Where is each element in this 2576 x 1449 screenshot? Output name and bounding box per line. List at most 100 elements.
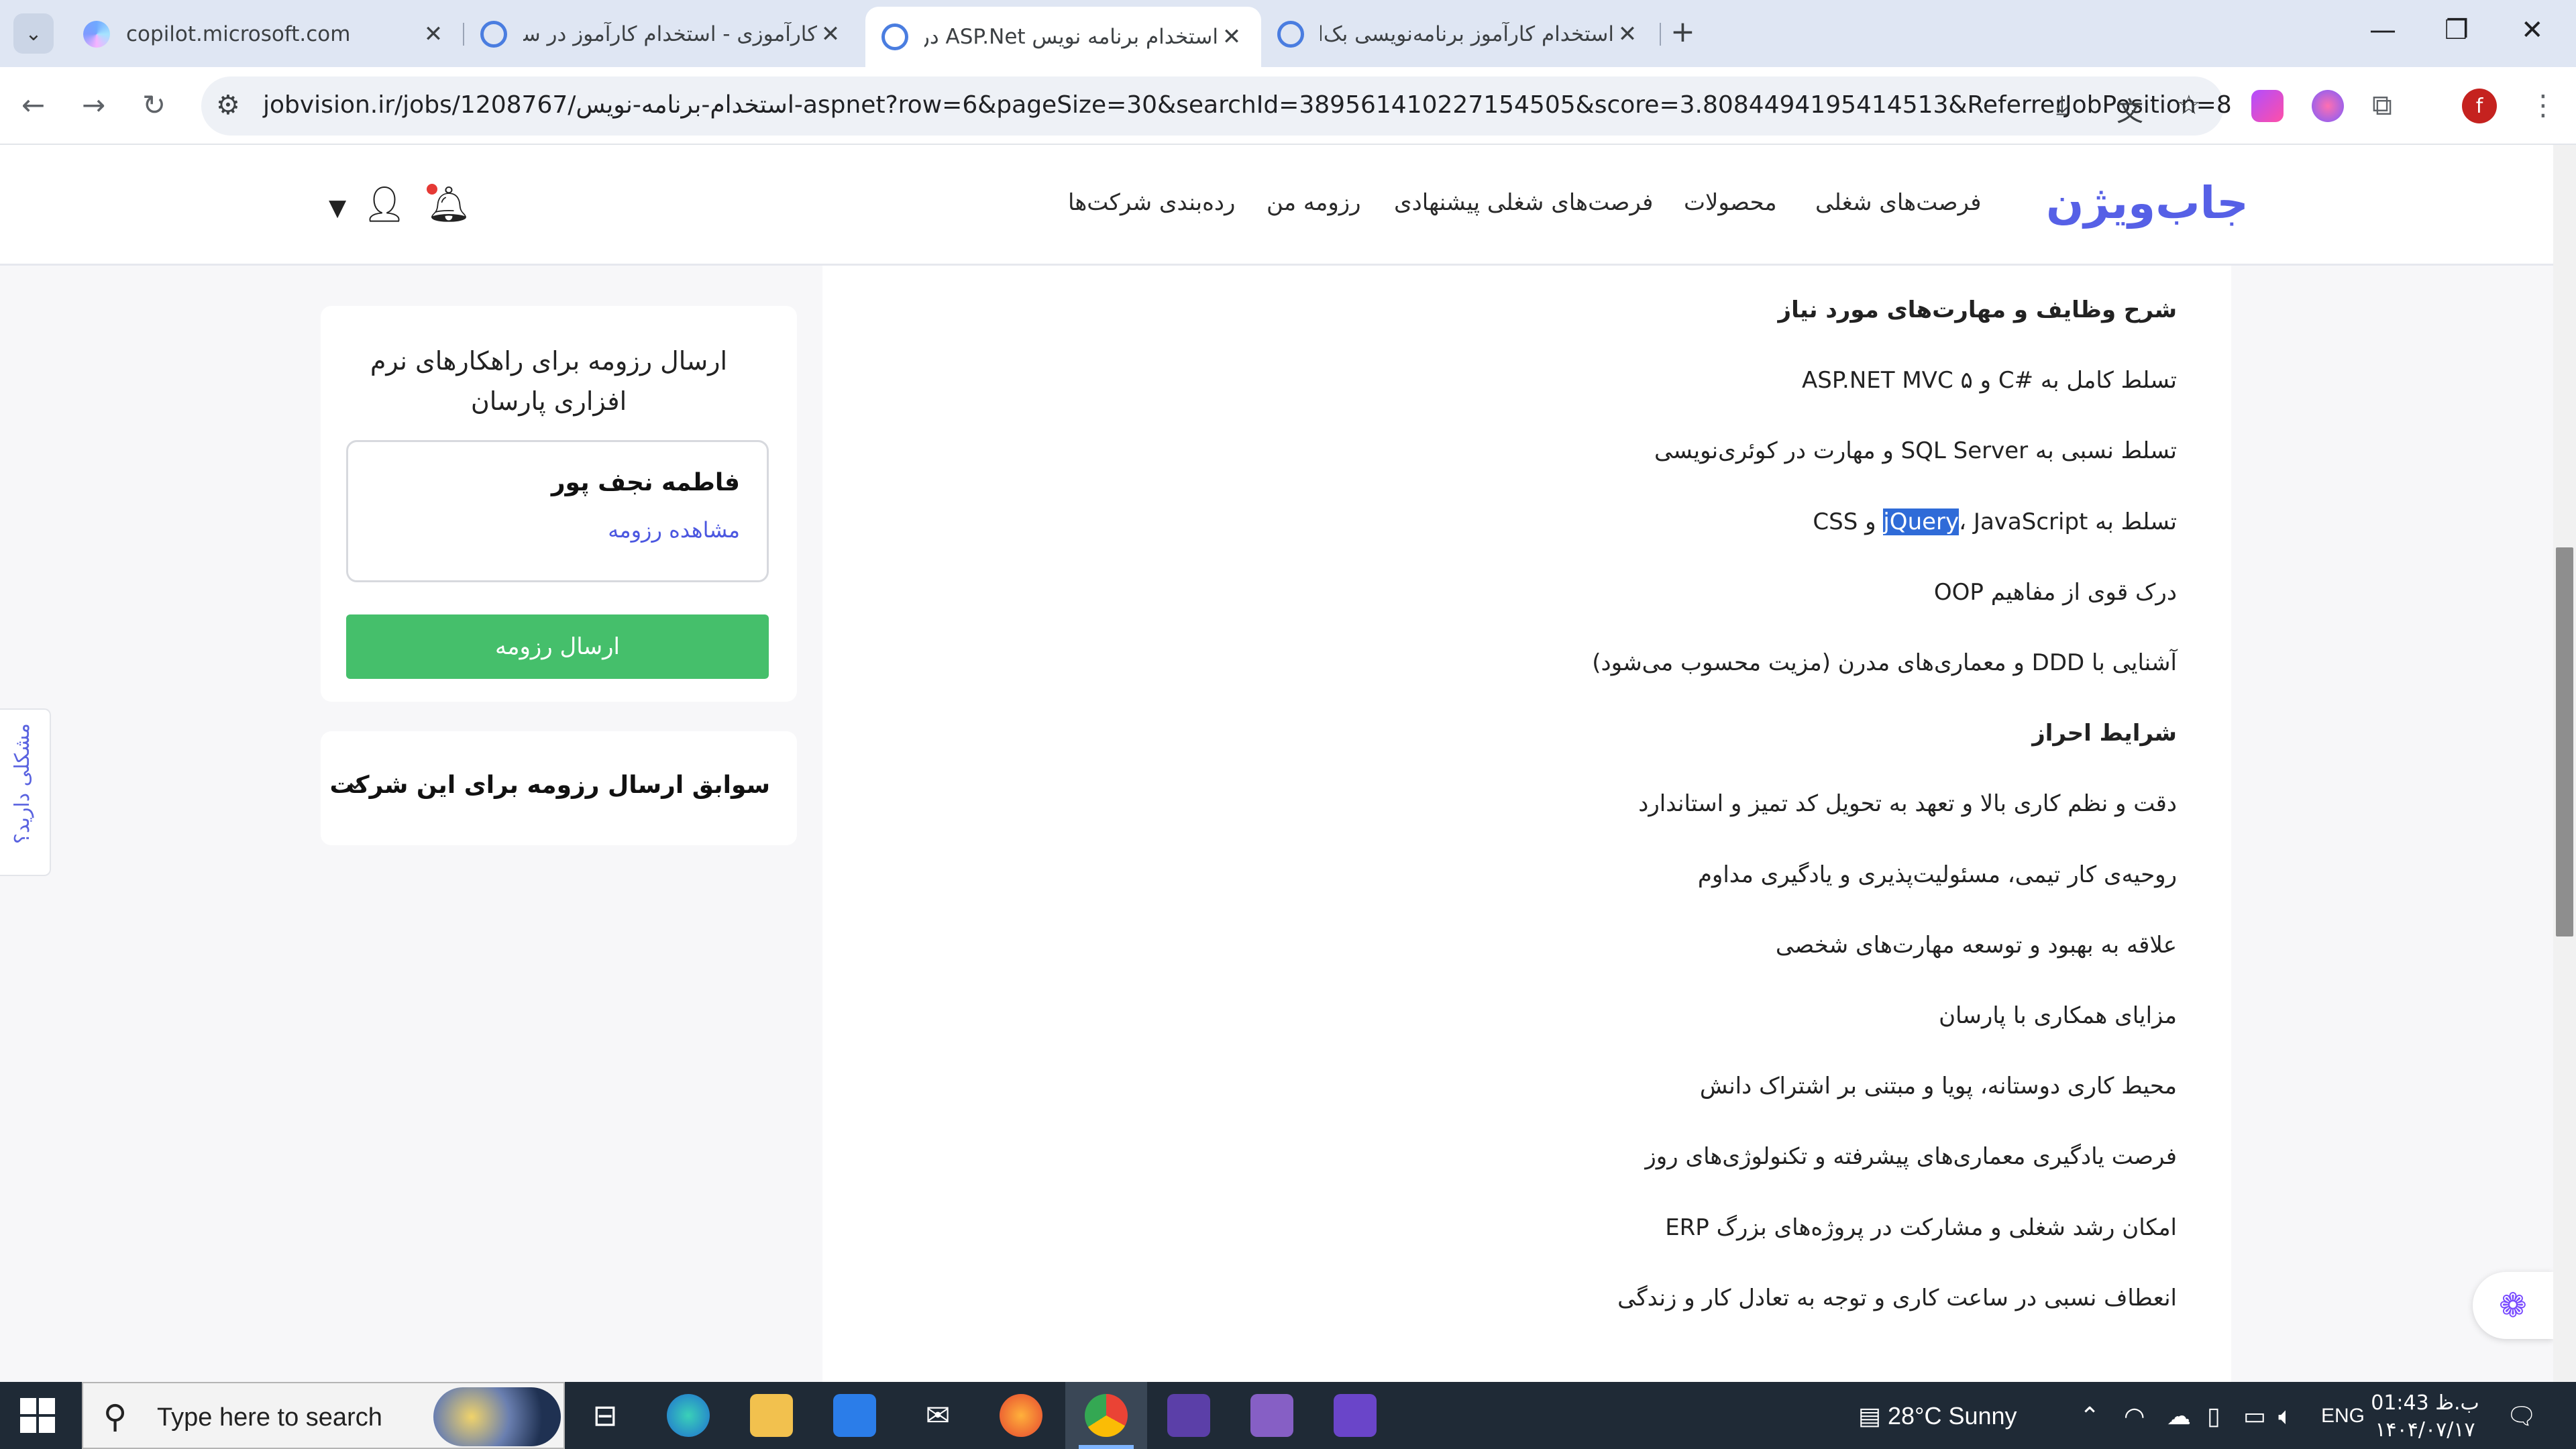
notifications-icon[interactable]: 🗨︎ [2506,1402,2537,1430]
task-view-icon[interactable]: ⊟ [584,1394,627,1437]
install-app-icon[interactable]: ⤓ [2056,90,2068,121]
store-icon[interactable] [833,1394,876,1437]
site-info-icon[interactable]: ⚙ [216,90,240,121]
nav-suggested-jobs[interactable]: فرصت‌های شغلی پیشنهادی [1394,189,1653,216]
cloud-offline-icon[interactable]: ☁ [2167,1402,2191,1430]
close-icon[interactable]: ✕ [1218,23,1245,50]
user-icon[interactable]: 👤︎ [362,184,407,225]
caret-down-icon[interactable]: ▼ [329,195,346,221]
more-menu-icon[interactable]: ⋮ [2529,89,2557,121]
view-resume-link[interactable]: مشاهده رزومه [608,517,740,543]
tab-search-button[interactable]: ⌄ [13,13,54,54]
clock[interactable]: 01:43 ب.ظ ۱۴۰۴/۰۷/۱۷ [2361,1390,2489,1444]
extension-icon[interactable] [2251,90,2284,122]
clock-time: 01:43 ب.ظ [2371,1391,2479,1415]
profile-avatar[interactable]: f [2462,89,2497,123]
application-history-card[interactable]: سوابق ارسال رزومه برای این شرکت ⌄ [321,731,797,845]
ai-assistant-button[interactable]: ❁ [2473,1272,2553,1339]
nav-products[interactable]: محصولات [1684,189,1777,216]
send-resume-button[interactable]: ارسال رزومه [346,614,769,679]
site-header: جاب‌ویژن فرصت‌های شغلی محصولات فرصت‌های … [0,145,2553,266]
line-text: تسلط به [2088,508,2177,535]
device-icon[interactable]: ▯ [2207,1402,2220,1430]
close-icon[interactable]: ✕ [817,21,844,48]
minimize-button[interactable]: — [2369,15,2396,46]
close-icon[interactable]: ✕ [1614,21,1641,48]
edge-icon[interactable] [667,1394,710,1437]
brain-icon: ❁ [2499,1286,2527,1325]
requirement-line: فرصت یادگیری معماری‌های پیشرفته و تکنولو… [1645,1143,2177,1171]
requirement-line: انعطاف نسبی در ساعت کاری و توجه به تعادل… [1617,1284,2177,1311]
page-scrollbar[interactable] [2553,145,2576,1382]
close-icon[interactable]: ✕ [420,21,447,48]
jobvision-icon [1277,21,1304,48]
requirement-line: تسلط به jQuery، JavaScript و CSS [1813,508,2177,535]
file-explorer-icon[interactable] [750,1394,793,1437]
tab-internship[interactable]: کارآموزی - استخدام کارآموز در سرا ✕ [464,8,860,60]
new-tab-button[interactable]: + [1670,15,1695,49]
tab-title: استخدام کارآموز برنامه‌نویسی بک‌ا [1320,22,1614,46]
tab-divider [1660,23,1661,46]
history-title: سوابق ارسال رزومه برای این شرکت [329,771,770,799]
chevron-down-icon[interactable]: ⌄ [345,767,365,795]
weather-icon: ▤ [1858,1402,1888,1430]
nav-jobs[interactable]: فرصت‌های شغلی [1815,189,1981,216]
weather-text: 28°C Sunny [1888,1402,2017,1430]
language-indicator[interactable]: ENG [2321,1405,2365,1428]
tab-copilot[interactable]: copilot.microsoft.com ✕ [67,8,463,60]
requirement-line: تسلط نسبی به SQL Server و مهارت در کوئری… [1654,437,2177,465]
firefox-icon[interactable] [1000,1394,1042,1437]
taskbar-search-placeholder: Type here to search [157,1403,382,1432]
battery-icon[interactable]: ▭ [2243,1402,2266,1430]
mail-icon[interactable]: ✉ [916,1394,959,1437]
notification-dot [427,184,437,195]
requirement-line: روحیه‌ی کار تیمی، مسئولیت‌پذیری و یادگیر… [1697,861,2177,888]
volume-icon[interactable]: 🔈︎ [2278,1402,2293,1431]
translate-icon[interactable]: 文 [2116,90,2143,129]
apply-title: ارسال رزومه برای راهکارهای نرم افزاری پا… [370,346,728,416]
selected-text[interactable]: jQuery [1883,508,1960,535]
scrollbar-thumb[interactable] [2556,547,2573,936]
clock-date: ۱۴۰۴/۰۷/۱۷ [2375,1418,2475,1442]
weather-widget[interactable]: ▤ 28°C Sunny [1858,1402,2017,1430]
requirement-line: علاقه به بهبود و توسعه مهارت‌های شخصی [1775,931,2177,959]
close-window-button[interactable]: ✕ [2521,15,2544,46]
nav-my-resume[interactable]: رزومه من [1267,189,1361,216]
jobvision-logo[interactable]: جاب‌ویژن [2046,177,2250,229]
video-editor-icon[interactable] [1167,1394,1210,1437]
extensions-puzzle-icon[interactable]: ⧉ [2372,89,2392,122]
requirement-line: امکان رشد شغلی و مشارکت در پروژه‌های بزر… [1665,1214,2177,1241]
requirement-line: دقت و نظم کاری بالا و تعهد به تحویل کد ت… [1638,790,2177,818]
copilot-icon [83,21,110,48]
network-icon[interactable]: ◠ [2124,1402,2145,1430]
requirement-line: تسلط کامل به #C و ASP.NET MVC ۵ [1802,367,2177,394]
search-icon: ⚲ [103,1398,127,1436]
forward-icon[interactable]: → [82,89,105,121]
report-problem-tab[interactable]: مشکلی دارید؟ [0,708,51,876]
tab-backend-intern[interactable]: استخدام کارآموز برنامه‌نویسی بک‌ا ✕ [1261,8,1657,60]
reload-icon[interactable]: ↻ [142,89,166,121]
omnibox[interactable]: ⚙ jobvision.ir/jobs/1208767/استخدام-برنا… [201,76,2232,136]
tab-title: کارآموزی - استخدام کارآموز در سرا [523,22,817,46]
requirement-line: مزایای همکاری با پارسان [1939,1002,2177,1029]
visual-studio-icon[interactable] [1250,1394,1293,1437]
restore-button[interactable]: ❐ [2445,15,2469,46]
brain-extension-icon[interactable] [2312,90,2344,122]
resume-owner-name: فاطمه نجف پور [551,469,740,496]
url-text[interactable]: jobvision.ir/jobs/1208767/استخدام-برنامه… [263,91,2232,119]
tab-aspnet-job[interactable]: استخدام برنامه نویس ASP.Net در ✕ [865,7,1261,67]
taskbar-search[interactable]: ⚲ Type here to search [82,1382,565,1449]
search-highlight-image [433,1387,561,1446]
requirement-line: درک قوی از مفاهیم OOP [1933,578,2177,606]
nav-company-ranking[interactable]: رده‌بندی شرکت‌ها [1068,189,1235,216]
chrome-icon[interactable] [1085,1394,1128,1437]
bookmark-star-icon[interactable]: ☆ [2177,90,2201,121]
windows-taskbar: ⚲ Type here to search ⊟ ✉ ▤ 28°C Sunny ⌃… [0,1382,2576,1449]
web-page: جاب‌ویژن فرصت‌های شغلی محصولات فرصت‌های … [0,145,2553,1382]
windows-start-icon[interactable] [20,1398,55,1433]
requirement-line: آشنایی با DDD و معماری‌های مدرن (مزیت مح… [1592,649,2177,676]
tab-title: استخدام برنامه نویس ASP.Net در [924,25,1218,49]
back-icon[interactable]: ← [21,89,45,121]
tray-chevron-icon[interactable]: ⌃ [2080,1402,2100,1430]
vpn-shield-icon[interactable] [1334,1394,1377,1437]
